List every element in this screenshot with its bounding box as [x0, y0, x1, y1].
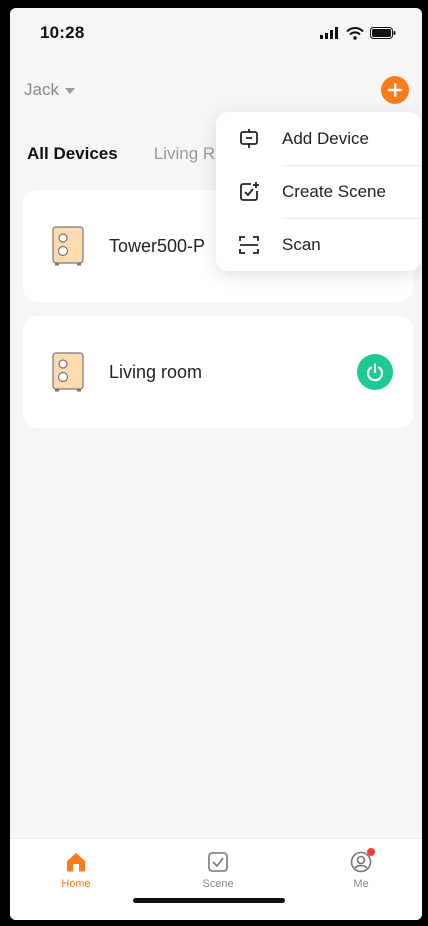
caret-down-icon	[64, 88, 75, 94]
home-name: Jack	[24, 80, 59, 99]
device-name: Living room	[109, 361, 203, 382]
home-selector[interactable]: Jack	[24, 80, 75, 100]
menu-add-device[interactable]: Add Device	[216, 112, 421, 165]
header: Jack	[10, 70, 422, 110]
menu-scan[interactable]: Scan	[216, 218, 421, 271]
menu-create-scene[interactable]: Create Scene	[216, 165, 421, 218]
home-indicator	[133, 898, 285, 903]
phone-screen: 10:28 Jack All Devices Living R Tower500…	[10, 8, 422, 920]
speaker-icon	[52, 352, 84, 392]
scan-icon	[236, 232, 262, 258]
device-card[interactable]: Living room	[23, 316, 413, 428]
plus-icon	[388, 83, 402, 97]
power-button[interactable]	[357, 354, 393, 390]
notification-dot	[367, 848, 375, 856]
wifi-icon	[346, 26, 364, 40]
status-icons	[320, 26, 396, 40]
status-time: 10:28	[40, 23, 85, 42]
scene-icon	[205, 849, 231, 875]
power-icon	[366, 363, 384, 382]
battery-icon	[370, 27, 396, 39]
tabbar-scene[interactable]: Scene	[188, 849, 248, 890]
speaker-icon	[52, 226, 84, 266]
tab-living-room[interactable]: Living R	[154, 144, 215, 164]
add-button[interactable]	[381, 76, 409, 104]
tab-bar: Home Scene Me	[10, 838, 422, 920]
tabbar-scene-label: Scene	[202, 878, 234, 890]
tab-all-devices[interactable]: All Devices	[27, 144, 118, 164]
menu-create-scene-label: Create Scene	[282, 181, 386, 201]
room-tabs: All Devices Living R	[27, 144, 215, 164]
home-icon	[63, 849, 89, 875]
signal-icon	[320, 27, 338, 39]
tabbar-me-label: Me	[353, 878, 369, 890]
tabbar-home[interactable]: Home	[46, 849, 106, 890]
menu-scan-label: Scan	[282, 234, 321, 254]
tabbar-me[interactable]: Me	[331, 848, 391, 890]
status-bar: 10:28	[10, 8, 422, 58]
profile-icon	[348, 848, 375, 875]
add-menu: Add Device Create Scene Scan	[216, 112, 421, 271]
tabbar-home-label: Home	[61, 878, 91, 890]
add-device-icon	[236, 126, 262, 152]
create-scene-icon	[236, 179, 262, 205]
menu-add-device-label: Add Device	[282, 128, 369, 148]
